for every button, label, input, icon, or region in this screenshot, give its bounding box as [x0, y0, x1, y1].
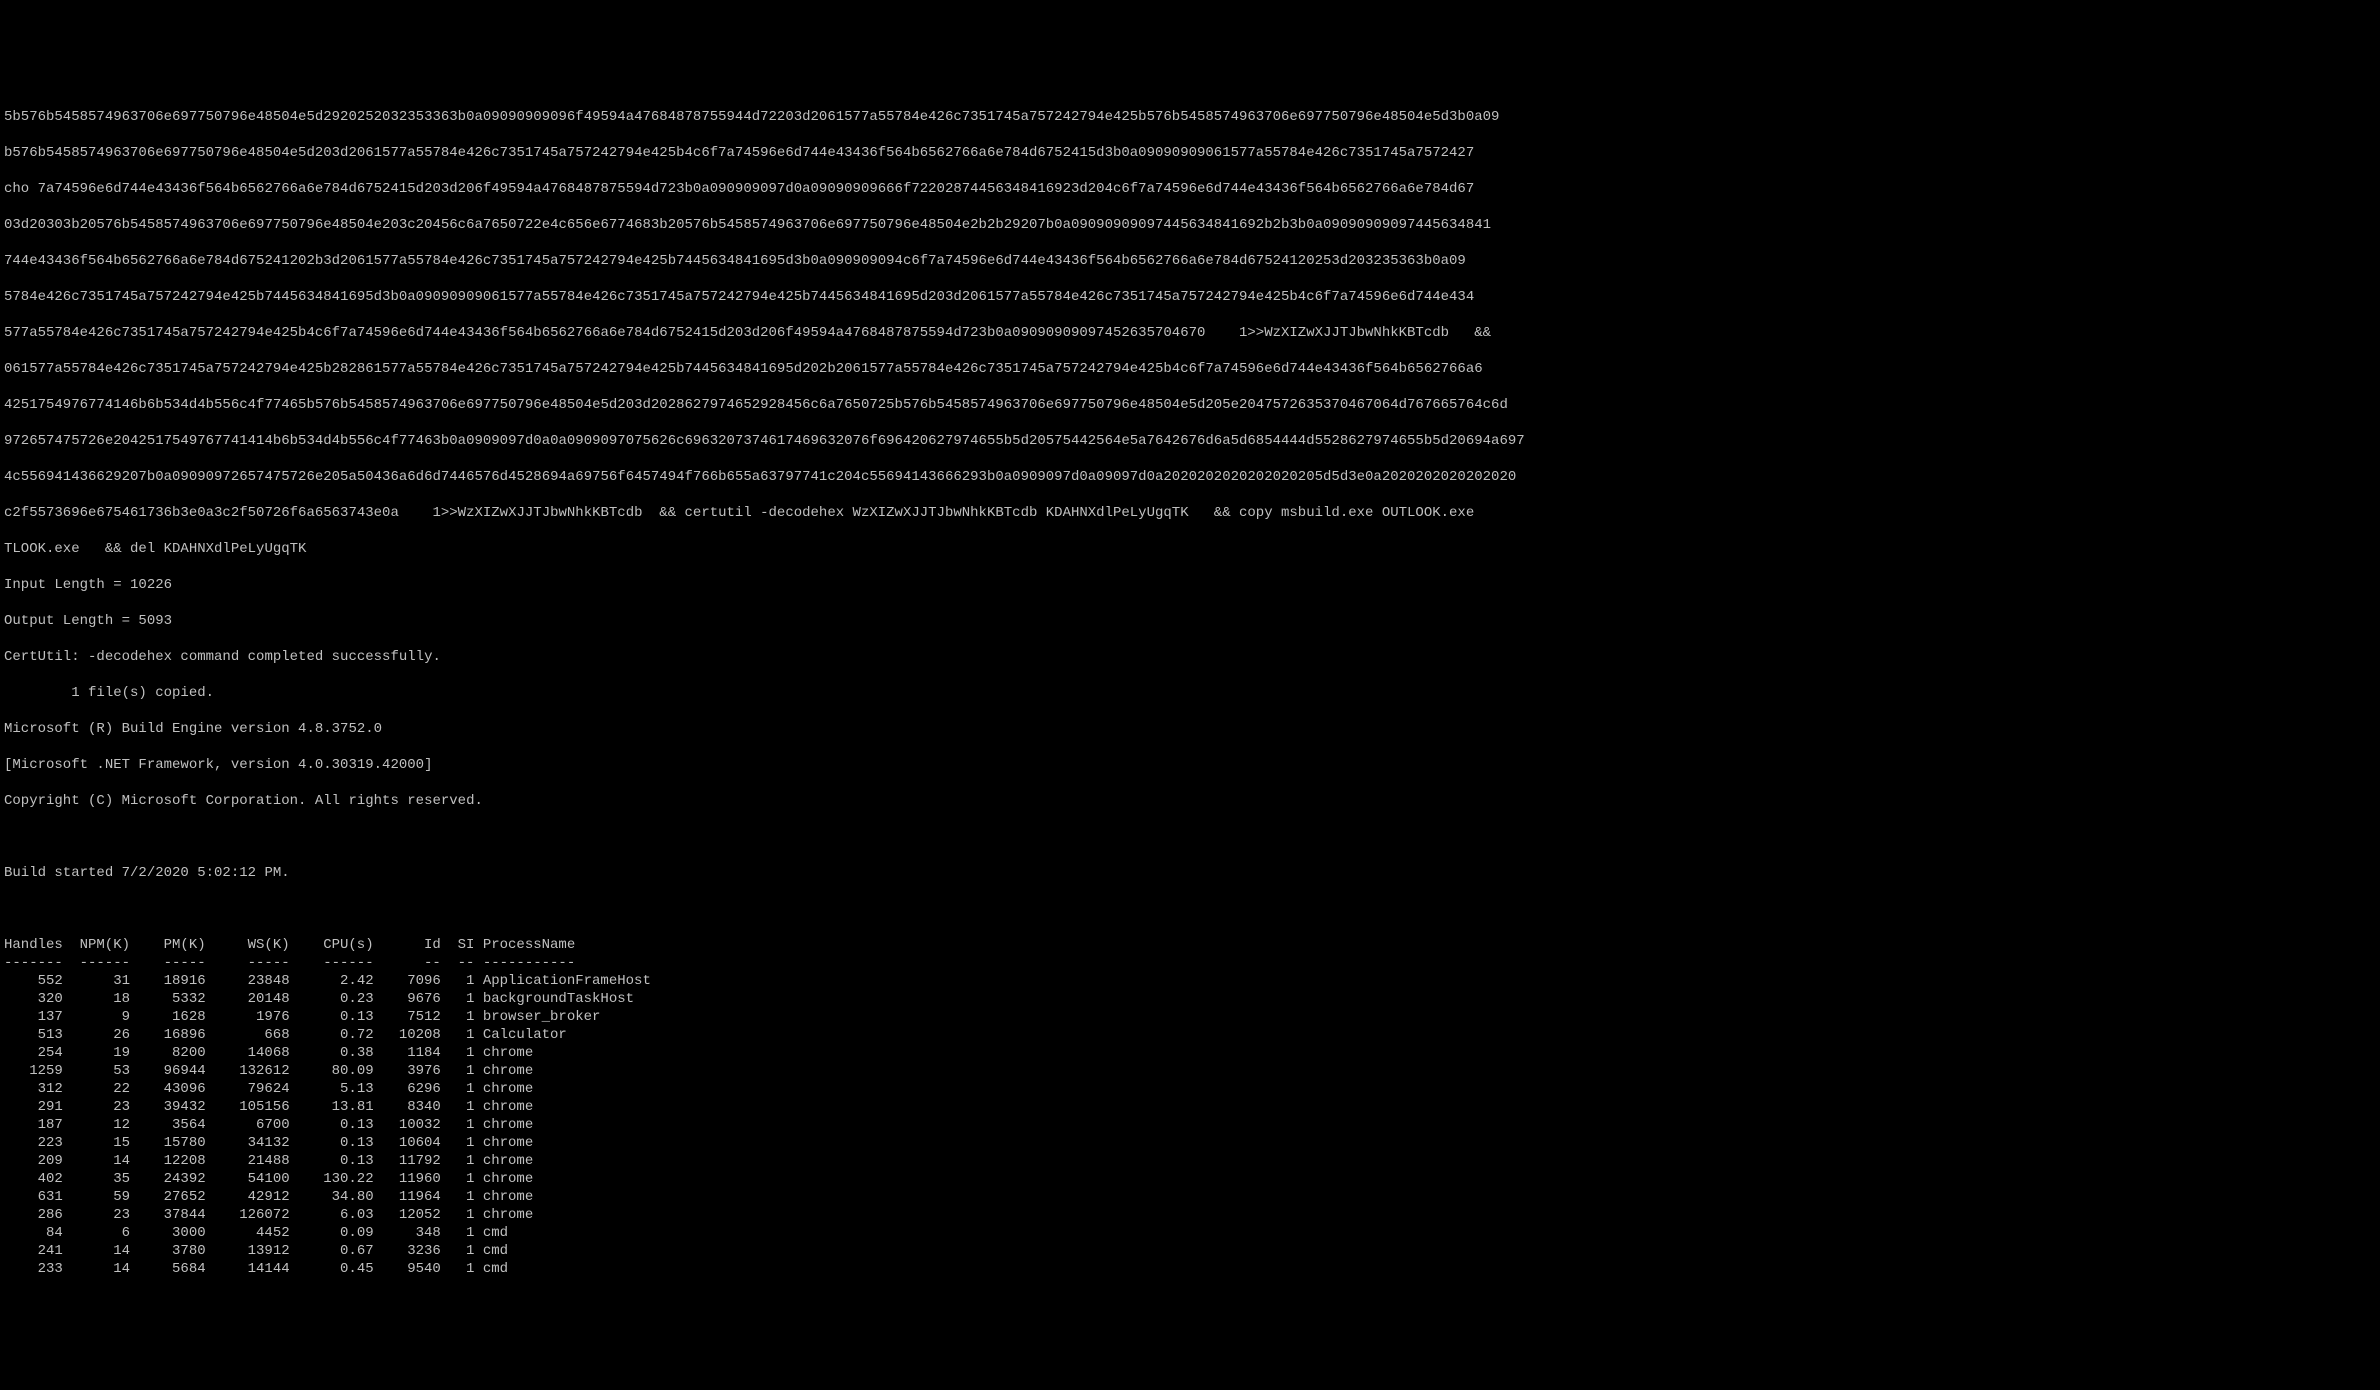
hex-dump-line: cho 7a74596e6d744e43436f564b6562766a6e78… [4, 180, 2376, 198]
process-row: 28623378441260726.03120521chrome [4, 1206, 651, 1224]
copy-result: 1 file(s) copied. [4, 684, 2376, 702]
process-row: 291233943210515613.8183401chrome [4, 1098, 651, 1116]
process-row: 51326168966680.72102081Calculator [4, 1026, 651, 1044]
certutil-input-length: Input Length = 10226 [4, 576, 2376, 594]
hex-dump-line: b576b5458574963706e697750796e48504e5d203… [4, 144, 2376, 162]
process-row: 5523118916238482.4270961ApplicationFrame… [4, 972, 651, 990]
terminal-output[interactable]: 5b576b5458574963706e697750796e48504e5d29… [0, 90, 2380, 1300]
process-row: 2231515780341320.13106041chrome [4, 1134, 651, 1152]
hex-dump-line: 061577a55784e426c7351745a757242794e425b2… [4, 360, 2376, 378]
process-row: 402352439254100130.22119601chrome [4, 1170, 651, 1188]
msbuild-banner-line: Microsoft (R) Build Engine version 4.8.3… [4, 720, 2376, 738]
hex-dump-line: 5784e426c7351745a757242794e425b744563484… [4, 288, 2376, 306]
process-row: 1259539694413261280.0939761chrome [4, 1062, 651, 1080]
certutil-result: CertUtil: -decodehex command completed s… [4, 648, 2376, 666]
col-id: Id [374, 936, 441, 954]
hex-dump-line: 972657475726e2042517549767741414b6b534d4… [4, 432, 2376, 450]
process-table: Handles NPM(K) PM(K) WS(K) CPU(s) Id SI … [4, 936, 651, 1278]
col-si: SI [441, 936, 475, 954]
hex-dump-cmd-line: 4c556941436629207b0a09090972657475726e20… [4, 468, 2376, 486]
hex-dump-cmd-line: c2f5573696e675461736b3e0a3c2f50726f6a656… [4, 504, 2376, 522]
process-row: 320185332201480.2396761backgroundTaskHos… [4, 990, 651, 1008]
process-row: 254198200140680.3811841chrome [4, 1044, 651, 1062]
hex-dump-cmd-line: 577a55784e426c7351745a757242794e425b4c6f… [4, 324, 2376, 342]
certutil-output-length: Output Length = 5093 [4, 612, 2376, 630]
hex-dump-line: 744e43436f564b6562766a6e784d675241202b3d… [4, 252, 2376, 270]
process-table-header: Handles NPM(K) PM(K) WS(K) CPU(s) Id SI … [4, 936, 651, 954]
col-ws: WS(K) [206, 936, 290, 954]
process-row: 1379162819760.1375121browser_broker [4, 1008, 651, 1026]
col-cpu: CPU(s) [290, 936, 374, 954]
msbuild-banner-line: Copyright (C) Microsoft Corporation. All… [4, 792, 2376, 810]
process-row: 846300044520.093481cmd [4, 1224, 651, 1242]
process-row: 3122243096796245.1362961chrome [4, 1080, 651, 1098]
hex-dump-line: 5b576b5458574963706e697750796e48504e5d29… [4, 108, 2376, 126]
hex-dump-line: 4251754976774146b6b534d4b556c4f77465b576… [4, 396, 2376, 414]
hex-dump-line: 03d20303b20576b5458574963706e697750796e4… [4, 216, 2376, 234]
process-row: 18712356467000.13100321chrome [4, 1116, 651, 1134]
process-row: 63159276524291234.80119641chrome [4, 1188, 651, 1206]
build-started-line: Build started 7/2/2020 5:02:12 PM. [4, 864, 2376, 882]
cmd-tail-line: TLOOK.exe && del KDAHNXdlPeLyUgqTK [4, 540, 2376, 558]
process-row: 241143780139120.6732361cmd [4, 1242, 651, 1260]
col-npm: NPM(K) [63, 936, 130, 954]
msbuild-banner-line: [Microsoft .NET Framework, version 4.0.3… [4, 756, 2376, 774]
col-processname: ProcessName [474, 936, 650, 954]
process-row: 2091412208214880.13117921chrome [4, 1152, 651, 1170]
col-pm: PM(K) [130, 936, 206, 954]
process-table-divider: ------- ------ ----- ----- ------ -- -- … [4, 954, 651, 972]
process-row: 233145684141440.4595401cmd [4, 1260, 651, 1278]
col-handles: Handles [4, 936, 63, 954]
